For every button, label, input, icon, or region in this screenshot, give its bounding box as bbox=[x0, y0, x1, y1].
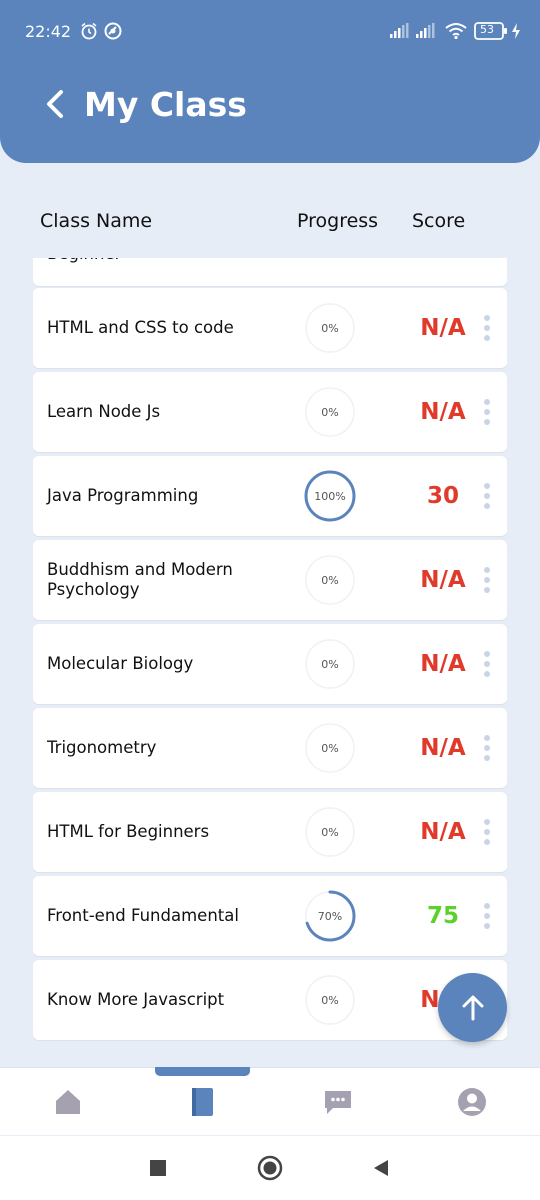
progress-label: 0% bbox=[321, 573, 339, 587]
column-header-score: Score bbox=[412, 210, 466, 232]
progress-ring: 0% bbox=[303, 553, 357, 607]
battery-level: 53 bbox=[480, 23, 494, 36]
progress-label: 0% bbox=[321, 321, 339, 335]
progress-label: 0% bbox=[321, 825, 339, 839]
class-name: Learn Node Js bbox=[47, 402, 161, 421]
class-list[interactable]: Beginner HTML and CSS to code0%N/ALearn … bbox=[33, 258, 507, 1042]
back-triangle-icon[interactable] bbox=[366, 1154, 394, 1182]
recents-icon[interactable] bbox=[144, 1154, 172, 1182]
class-name: Trigonometry bbox=[47, 738, 157, 757]
progress-ring: 0% bbox=[303, 805, 357, 859]
more-options-icon[interactable] bbox=[483, 819, 491, 845]
profile-icon[interactable] bbox=[456, 1086, 488, 1118]
progress-ring: 70% bbox=[303, 889, 357, 943]
progress-ring: 0% bbox=[303, 301, 357, 355]
list-item[interactable]: Molecular Biology 0% N/A bbox=[33, 624, 507, 704]
bottom-nav bbox=[0, 1067, 540, 1135]
header-title-row: My Class bbox=[44, 80, 247, 128]
signal-icon bbox=[414, 22, 438, 44]
arrow-up-icon bbox=[460, 994, 486, 1022]
class-name: Know More Javascript bbox=[47, 990, 225, 1009]
more-options-icon[interactable] bbox=[483, 735, 491, 761]
progress-label: 70% bbox=[317, 909, 343, 923]
more-options-icon[interactable] bbox=[483, 483, 491, 509]
class-name: HTML and CSS to code bbox=[47, 318, 234, 337]
chat-icon[interactable] bbox=[322, 1086, 354, 1118]
progress-label: 0% bbox=[321, 993, 339, 1007]
class-name: HTML for Beginners bbox=[47, 822, 210, 841]
list-item[interactable]: Trigonometry 0% N/A bbox=[33, 708, 507, 788]
app-header: 22:42 53 My Class bbox=[0, 0, 540, 163]
progress-ring: 0% bbox=[303, 721, 357, 775]
progress-label: 0% bbox=[321, 405, 339, 419]
column-header-class-name: Class Name bbox=[40, 210, 153, 232]
class-name: Beginner bbox=[47, 258, 287, 286]
system-nav-bar bbox=[0, 1136, 540, 1200]
class-name: Molecular Biology bbox=[47, 654, 194, 673]
scroll-to-top-button[interactable] bbox=[438, 973, 507, 1042]
class-name: Buddhism and Modern Psychology bbox=[47, 560, 233, 599]
score-value: N/A bbox=[420, 567, 466, 593]
class-name: Front-end Fundamental bbox=[47, 906, 239, 925]
alarm-icon bbox=[80, 22, 98, 44]
page-title: My Class bbox=[84, 84, 247, 124]
list-item[interactable]: Learn Node Js 0% N/A bbox=[33, 372, 507, 452]
class-name: Java Programming bbox=[47, 486, 199, 505]
list-item[interactable]: Beginner bbox=[33, 258, 507, 286]
more-options-icon[interactable] bbox=[483, 315, 491, 341]
score-value: N/A bbox=[420, 735, 466, 761]
list-item[interactable]: Know More Javascript0%N/A bbox=[33, 960, 507, 1040]
home-icon[interactable] bbox=[52, 1086, 84, 1118]
progress-ring: 0% bbox=[303, 385, 357, 439]
score-value: N/A bbox=[420, 819, 466, 845]
home-circle-icon[interactable] bbox=[256, 1154, 284, 1182]
wifi-icon bbox=[444, 22, 468, 44]
progress-ring: 100% bbox=[303, 469, 357, 523]
list-item[interactable]: Java Programming 100% 30 bbox=[33, 456, 507, 536]
progress-label: 100% bbox=[314, 489, 346, 503]
chevron-left-icon[interactable] bbox=[44, 86, 72, 122]
score-value: 75 bbox=[426, 903, 459, 929]
vpn-icon bbox=[104, 22, 122, 44]
progress-label: 0% bbox=[321, 741, 339, 755]
progress-ring: 0% bbox=[303, 973, 357, 1027]
charging-icon bbox=[510, 22, 522, 44]
score-value: 30 bbox=[426, 483, 459, 509]
more-options-icon[interactable] bbox=[483, 651, 491, 677]
score-value: N/A bbox=[420, 315, 466, 341]
progress-ring: 0% bbox=[303, 637, 357, 691]
book-icon[interactable] bbox=[186, 1086, 218, 1118]
list-item[interactable]: HTML for Beginners 0% N/A bbox=[33, 792, 507, 872]
list-item[interactable]: HTML and CSS to code 0% N/A bbox=[33, 288, 507, 368]
progress-label: 0% bbox=[321, 657, 339, 671]
more-options-icon[interactable] bbox=[483, 567, 491, 593]
status-bar: 22:42 53 bbox=[0, 0, 540, 64]
more-options-icon[interactable] bbox=[483, 903, 491, 929]
column-header-progress: Progress bbox=[297, 210, 379, 232]
list-item[interactable]: Buddhism and Modern Psychology 0% N/A bbox=[33, 540, 507, 620]
more-options-icon[interactable] bbox=[483, 399, 491, 425]
list-item[interactable]: Front-end Fundamental 70% 75 bbox=[33, 876, 507, 956]
status-time: 22:42 bbox=[25, 22, 72, 41]
signal-icon bbox=[388, 22, 412, 44]
score-value: N/A bbox=[420, 399, 466, 425]
score-value: N/A bbox=[420, 651, 466, 677]
nav-active-indicator bbox=[155, 1067, 250, 1076]
